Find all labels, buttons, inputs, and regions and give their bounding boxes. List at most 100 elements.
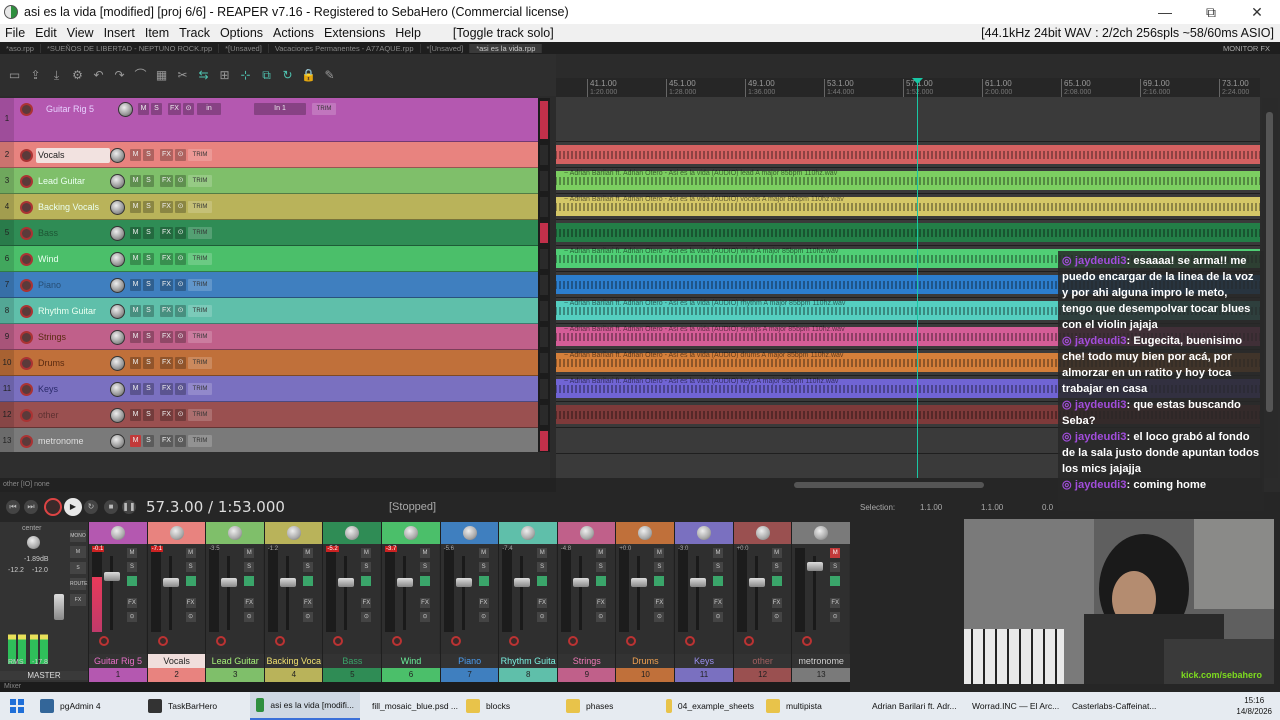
mixer-phase-button[interactable]: ⊙ (361, 612, 372, 622)
mixer-phase-button[interactable]: ⊙ (302, 612, 313, 622)
mixer-solo-button[interactable]: S (830, 562, 841, 572)
loop-icon[interactable]: ↻ (280, 68, 296, 82)
solo-button[interactable]: S (143, 279, 154, 291)
track-volume-knob[interactable] (118, 102, 133, 117)
strip-name[interactable]: Drums (616, 654, 675, 668)
menu-item-view[interactable]: View (62, 26, 99, 40)
mixer-mute-button[interactable]: M (830, 548, 841, 558)
strip-name[interactable]: Wind (382, 654, 440, 668)
strip-name[interactable]: other (733, 654, 792, 668)
track-name[interactable]: metronome (36, 434, 110, 449)
mixer-tab[interactable]: Mixer (0, 682, 960, 692)
envelope-lock-icon[interactable]: ⧉ (259, 68, 275, 82)
mixer-fx-button[interactable]: FX (595, 598, 606, 608)
mixer-solo-button[interactable]: S (478, 562, 489, 572)
fader-cap[interactable] (748, 578, 765, 587)
track-row[interactable]: 1 Guitar Rig 5 M S FX ⊙ in In 1 TRIM (0, 98, 538, 142)
chat-username[interactable]: jaydeudi3 (1075, 399, 1127, 411)
trim-button[interactable]: TRIM (188, 357, 212, 369)
fx-button[interactable]: FX (168, 103, 181, 115)
mixer-routing-indicator[interactable] (537, 576, 548, 586)
mixer-routing-indicator[interactable] (361, 576, 372, 586)
close-button[interactable]: ✕ (1234, 4, 1280, 21)
mute-button[interactable]: M (130, 227, 141, 239)
input-select[interactable]: In 1 (254, 103, 306, 115)
track-row[interactable]: 7 Piano M S FX ⊙ TRIM (0, 272, 538, 298)
mixer-fx-button[interactable]: FX (361, 598, 372, 608)
mixer-mute-button[interactable]: M (595, 548, 606, 558)
strip-name[interactable]: Keys (675, 654, 733, 668)
minimize-button[interactable]: — (1142, 4, 1188, 20)
new-project-icon[interactable]: ▭ (7, 68, 23, 82)
mixer-solo-button[interactable]: S (713, 562, 723, 572)
mixer-phase-button[interactable]: ⊙ (127, 612, 137, 622)
trim-button[interactable]: TRIM (188, 435, 212, 447)
strip-name[interactable]: metronome (792, 654, 851, 668)
pan-knob[interactable] (111, 526, 125, 540)
timeline-ruler[interactable]: 41.1.00 1:20.000 45.1.00 1:28.000 49.1.00 1:3… (556, 78, 1260, 98)
phase-button[interactable]: ⊙ (175, 253, 186, 265)
track-name[interactable]: Bass (36, 226, 110, 241)
stop-button[interactable]: ■ (104, 500, 118, 514)
mixer-fx-button[interactable]: FX (771, 598, 782, 608)
phase-button[interactable]: ⊙ (175, 227, 186, 239)
arrange-lane[interactable]: ~ Adrian Barilari ft. Adrian Otero - Asi… (556, 168, 1260, 194)
fader-cap[interactable] (279, 578, 296, 587)
track-volume-knob[interactable] (110, 304, 125, 319)
track-volume-knob[interactable] (110, 356, 125, 371)
fader-cap[interactable] (221, 578, 238, 587)
track-row[interactable]: 6 Wind M S FX ⊙ TRIM (0, 246, 538, 272)
mixer-solo-button[interactable]: S (537, 562, 548, 572)
mixer-solo-button[interactable]: S (361, 562, 372, 572)
solo-button[interactable]: S (143, 227, 154, 239)
mixer-fx-button[interactable]: FX (713, 598, 723, 608)
mute-button[interactable]: M (130, 305, 141, 317)
mixer-routing-indicator[interactable] (830, 576, 841, 586)
mixer-mute-button[interactable]: M (420, 548, 430, 558)
pan-knob[interactable] (404, 526, 418, 540)
taskbar-app[interactable]: pgAdmin 4 (34, 692, 142, 720)
taskbar-app[interactable]: asi es la vida [modifi... (250, 692, 360, 720)
fx-button[interactable]: FX (160, 201, 173, 213)
record-arm-button[interactable] (20, 409, 33, 422)
track-volume-knob[interactable] (110, 330, 125, 345)
fx-button[interactable]: FX (160, 227, 173, 239)
snap-icon[interactable]: ⊹ (238, 68, 254, 82)
master-m-button[interactable]: M (70, 546, 86, 558)
taskbar-app[interactable]: TaskBarHero (142, 692, 250, 720)
menu-item-edit[interactable]: Edit (30, 26, 62, 40)
playhead[interactable] (917, 78, 918, 478)
system-clock[interactable]: 15:16 14/8/2026 (1236, 695, 1272, 717)
fx-button[interactable]: FX (160, 383, 173, 395)
track-volume-knob[interactable] (110, 278, 125, 293)
solo-button[interactable]: S (143, 331, 154, 343)
track-name[interactable]: Wind (36, 252, 110, 267)
pan-knob[interactable] (169, 526, 184, 540)
mixer-routing-indicator[interactable] (244, 576, 255, 586)
chat-username[interactable]: jaydeudi3 (1075, 431, 1127, 443)
record-arm-button[interactable] (20, 227, 33, 240)
tcp-empty-area[interactable] (0, 452, 550, 478)
fader-cap[interactable] (572, 578, 589, 587)
mixer-mute-button[interactable]: M (361, 548, 372, 558)
project-tab[interactable]: Vacaciones Permanentes - A77AQUE.rpp (269, 43, 421, 53)
audio-item-waveform[interactable] (556, 223, 1260, 242)
mixer-fx-button[interactable]: FX (537, 598, 548, 608)
record-arm-button[interactable] (20, 201, 33, 214)
vertical-scroll-thumb[interactable] (1266, 112, 1273, 412)
strip-name[interactable]: Piano (440, 654, 499, 668)
fx-button[interactable]: FX (160, 357, 173, 369)
mute-button[interactable]: M (138, 103, 149, 115)
mixer-routing-indicator[interactable] (654, 576, 665, 586)
record-arm-button[interactable] (20, 279, 33, 292)
mute-button[interactable]: M (130, 357, 141, 369)
project-tab[interactable]: *[Unsaved] (421, 43, 471, 53)
solo-button[interactable]: S (143, 383, 154, 395)
fader-cap[interactable] (455, 578, 472, 587)
master-pan-knob[interactable] (27, 536, 40, 549)
mixer-mute-button[interactable]: M (537, 548, 548, 558)
mixer-phase-button[interactable]: ⊙ (537, 612, 548, 622)
mixer-phase-button[interactable]: ⊙ (185, 612, 196, 622)
mute-button[interactable]: M (130, 175, 141, 187)
track-volume-knob[interactable] (110, 382, 125, 397)
